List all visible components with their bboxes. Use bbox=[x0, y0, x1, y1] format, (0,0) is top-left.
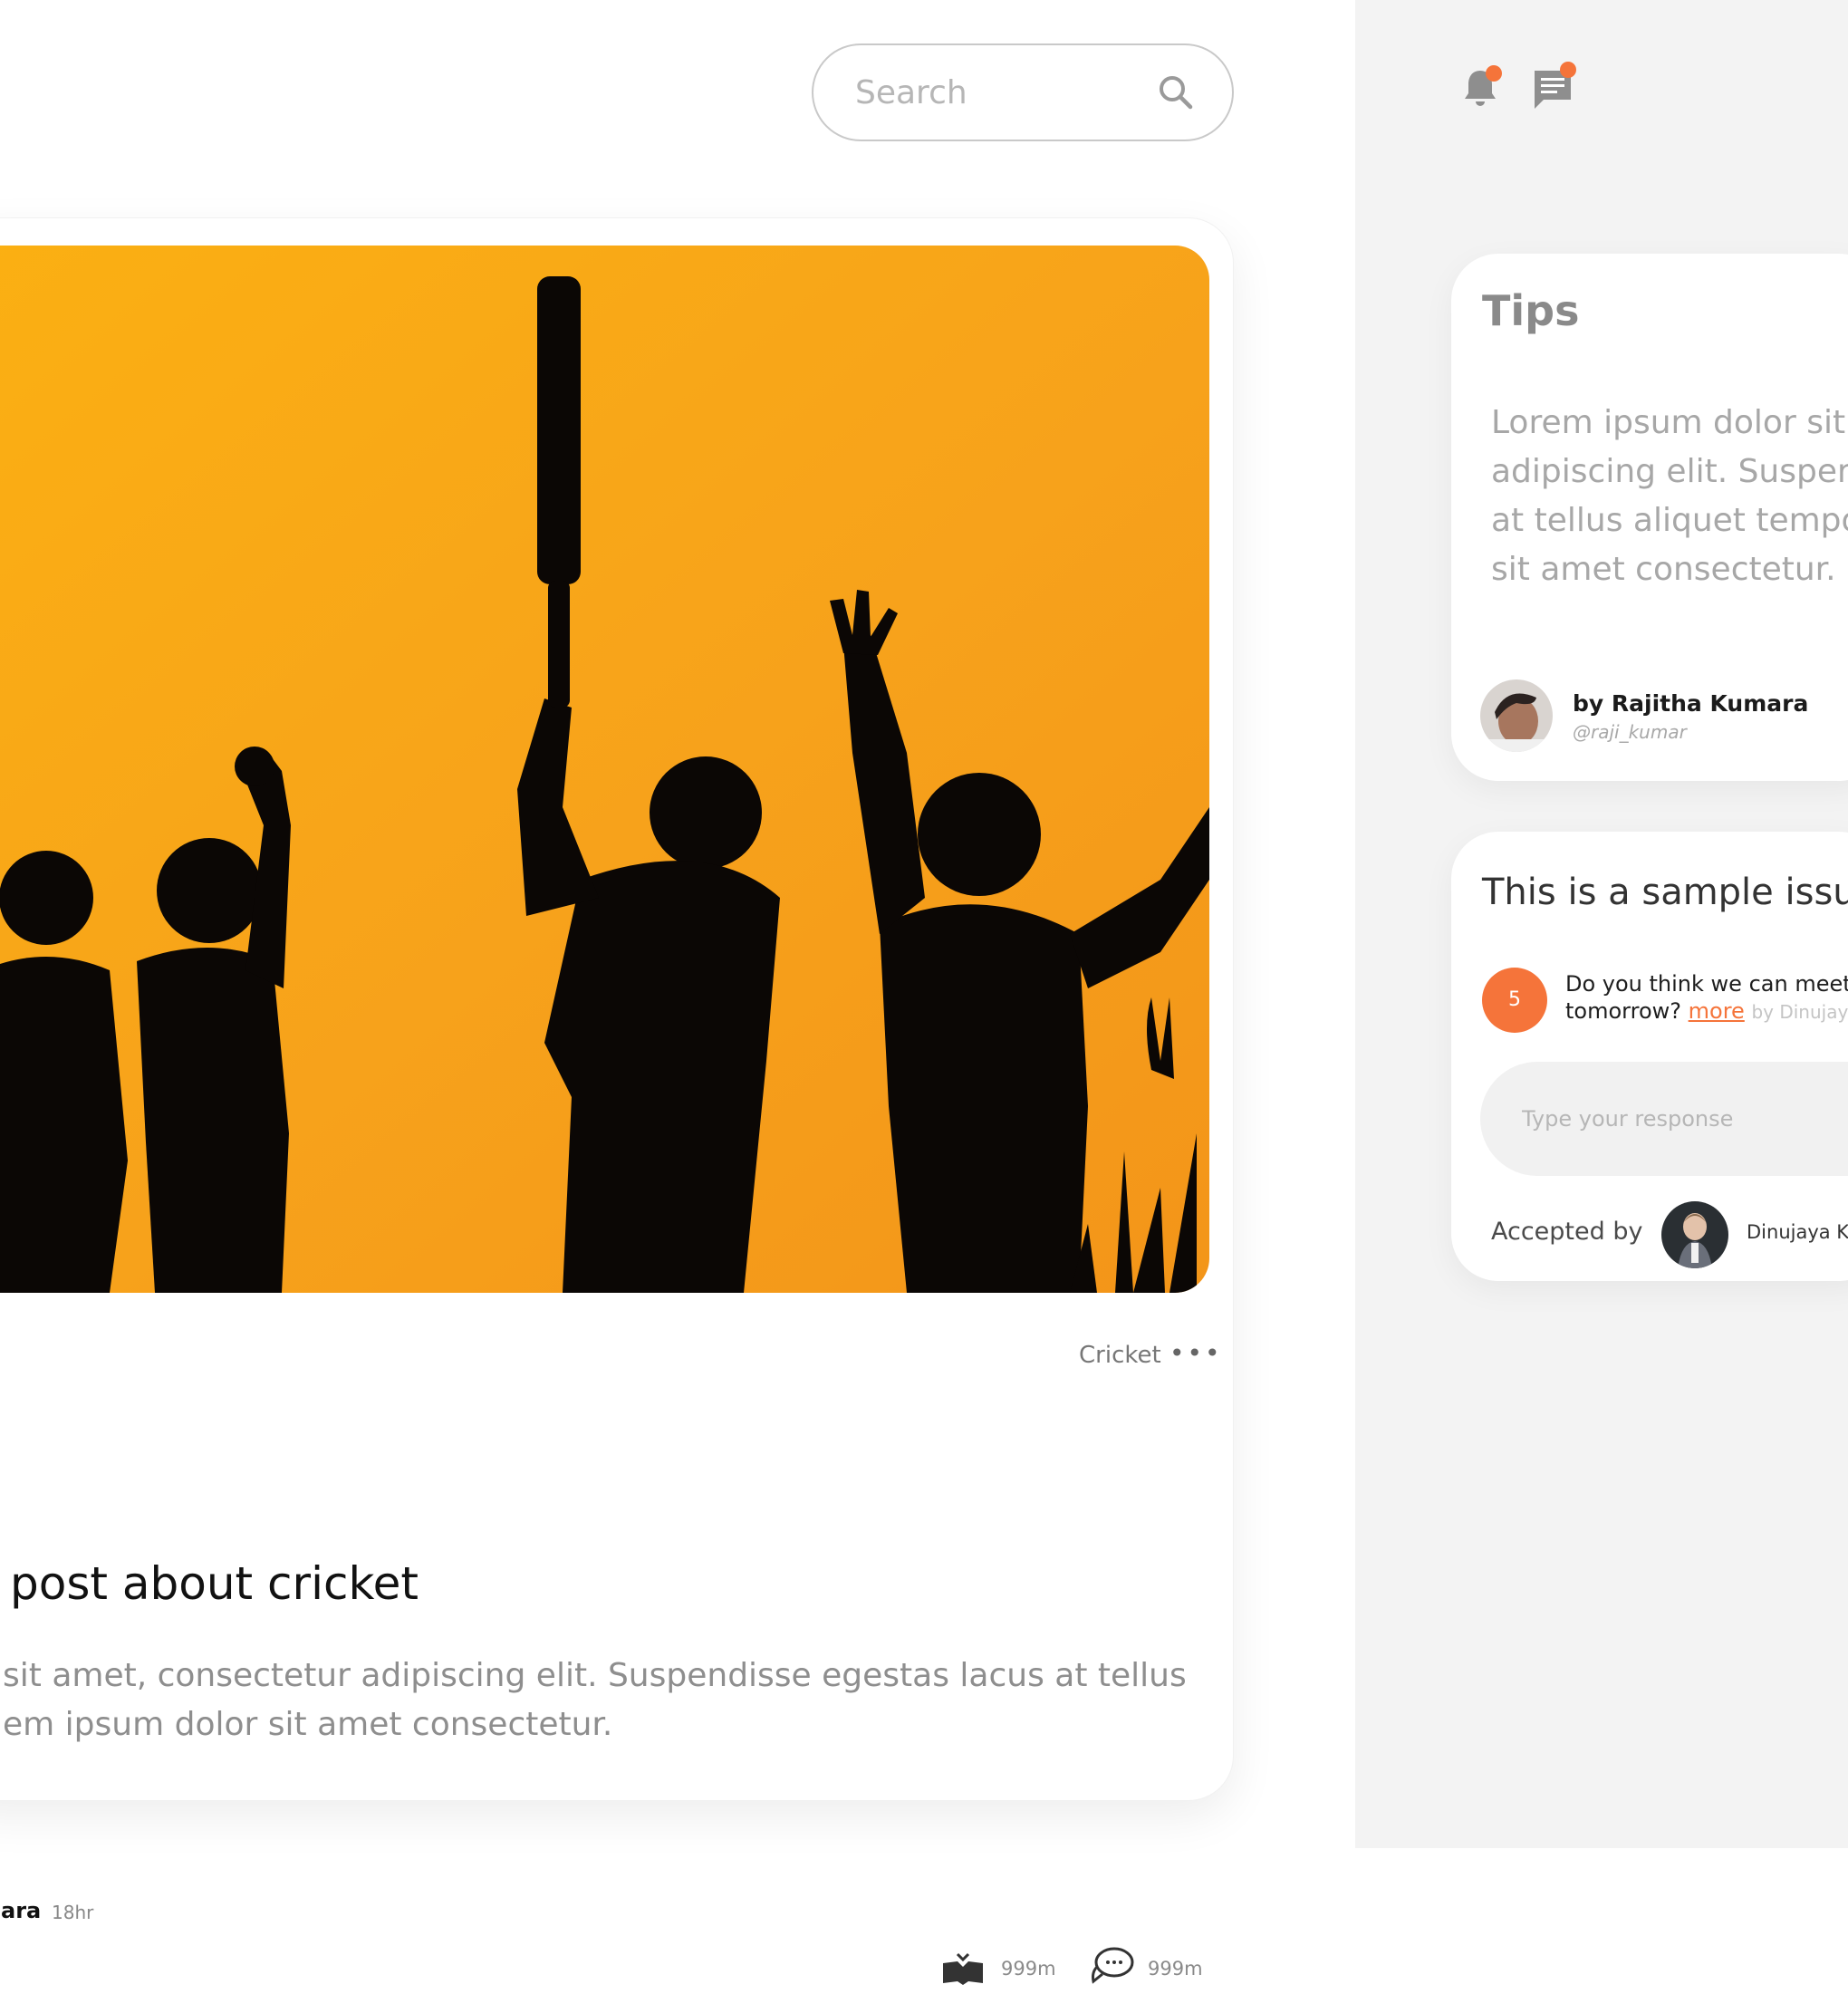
issue-count-badge: 5 bbox=[1482, 968, 1547, 1033]
tips-author-name[interactable]: by Rajitha Kumara bbox=[1573, 690, 1808, 717]
tips-text-line-3: at tellus aliquet tempo bbox=[1491, 502, 1848, 539]
post-text-line-1: sit amet, consectetur adipiscing elit. S… bbox=[3, 1657, 1187, 1694]
post-title[interactable]: post about cricket bbox=[10, 1557, 419, 1610]
tips-author-handle: @raji_kumar bbox=[1573, 721, 1687, 743]
tips-title: Tips bbox=[1482, 286, 1580, 335]
tips-card: Tips Lorem ipsum dolor sit adipiscing el… bbox=[1451, 254, 1848, 781]
comment-count: 999m bbox=[1148, 1958, 1203, 1980]
message-icon[interactable] bbox=[1527, 62, 1578, 114]
tips-text-line-1: Lorem ipsum dolor sit bbox=[1491, 404, 1846, 441]
post-text-line-2: em ipsum dolor sit amet consectetur. bbox=[3, 1706, 613, 1743]
post-image bbox=[0, 246, 1209, 1293]
more-link[interactable]: more bbox=[1689, 998, 1745, 1024]
issue-question-text: tomorrow? bbox=[1565, 998, 1681, 1024]
issue-question-line-2: tomorrow? more by Dinujay bbox=[1565, 998, 1848, 1024]
post-author[interactable]: ara bbox=[1, 1898, 41, 1923]
accepted-name[interactable]: Dinujaya K bbox=[1747, 1221, 1848, 1243]
accepted-label: Accepted by bbox=[1491, 1218, 1643, 1246]
bell-icon[interactable] bbox=[1455, 63, 1506, 114]
accepted-avatar[interactable] bbox=[1661, 1201, 1728, 1268]
search-box[interactable] bbox=[812, 43, 1234, 141]
issue-question-line-1: Do you think we can meet bbox=[1565, 971, 1848, 997]
tips-text-line-4: sit amet consectetur. bbox=[1491, 551, 1836, 588]
post-time: 18hr bbox=[52, 1902, 94, 1923]
search-input[interactable] bbox=[855, 65, 1145, 120]
response-input[interactable] bbox=[1480, 1062, 1848, 1176]
like-icon[interactable] bbox=[939, 1949, 987, 1990]
issue-by: by Dinujay bbox=[1751, 1001, 1848, 1023]
post-card[interactable]: post about cricket Cricket ••• sit amet,… bbox=[0, 217, 1234, 1985]
more-options-icon[interactable]: ••• bbox=[1169, 1338, 1223, 1368]
search-icon[interactable] bbox=[1156, 72, 1196, 112]
comment-icon[interactable] bbox=[1088, 1945, 1135, 1987]
issue-card: This is a sample issu 5 Do you think we … bbox=[1451, 832, 1848, 1281]
post-tag[interactable]: Cricket bbox=[1079, 1342, 1161, 1369]
issue-title[interactable]: This is a sample issu bbox=[1482, 872, 1848, 913]
like-count: 999m bbox=[1001, 1958, 1056, 1980]
avatar[interactable] bbox=[1480, 679, 1553, 752]
tips-text-line-2: adipiscing elit. Susper bbox=[1491, 453, 1848, 490]
